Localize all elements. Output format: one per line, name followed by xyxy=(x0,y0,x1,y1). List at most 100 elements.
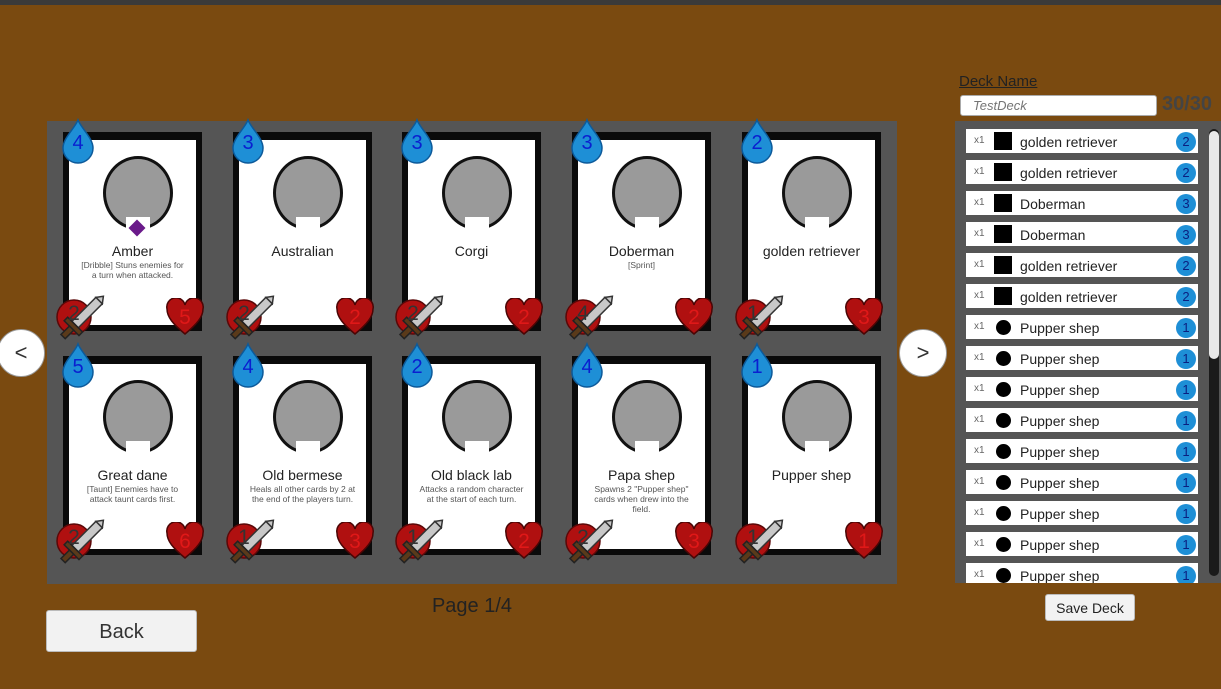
square-icon xyxy=(994,287,1012,305)
deck-list-item[interactable]: x1 Pupper shep 1 xyxy=(966,346,1198,370)
save-deck-button[interactable]: Save Deck xyxy=(1045,594,1135,621)
portrait-notch xyxy=(296,217,320,232)
deck-item-cost: 2 xyxy=(1176,132,1196,152)
card-health: 5 xyxy=(179,306,191,329)
card-description: [Sprint] xyxy=(628,260,655,270)
card-cost: 3 xyxy=(242,132,254,154)
sword-icon: 1 xyxy=(732,518,784,570)
mana-drop-icon: 1 xyxy=(738,341,776,388)
sword-icon: 1 xyxy=(223,518,275,570)
deck-name-input[interactable] xyxy=(960,95,1157,116)
deck-item-cost: 1 xyxy=(1176,380,1196,400)
deck-item-cost: 2 xyxy=(1176,256,1196,276)
card-cost: 5 xyxy=(72,356,84,378)
card-health: 3 xyxy=(858,306,870,329)
portrait-notch xyxy=(465,441,489,456)
deck-list-item[interactable]: x1 Pupper shep 1 xyxy=(966,532,1198,556)
sword-icon: 2 xyxy=(53,518,105,570)
deck-item-name: Pupper shep xyxy=(1020,413,1100,429)
card-attack: 1 xyxy=(238,526,250,549)
deck-item-cost: 2 xyxy=(1176,287,1196,307)
deck-item-cost: 1 xyxy=(1176,504,1196,524)
card-name: Great dane xyxy=(97,467,168,483)
deck-list-item[interactable]: x1 Pupper shep 1 xyxy=(966,315,1198,339)
next-page-button[interactable]: > xyxy=(899,329,947,377)
card-name: golden retriever xyxy=(762,243,861,259)
deck-list-panel: x1 golden retriever 2 x1 golden retriever 2 x1… xyxy=(955,121,1221,583)
mana-drop-icon: 4 xyxy=(568,341,606,388)
deck-item-cost: 1 xyxy=(1176,442,1196,462)
deck-item-name: Pupper shep xyxy=(1020,506,1100,522)
card-description: Attacks a random character at the start … xyxy=(419,484,524,504)
card-name: Old black lab xyxy=(431,467,512,483)
circle-icon xyxy=(996,506,1011,521)
collection-card[interactable]: Old bermese Heals all other cards by 2 at… xyxy=(226,341,374,564)
deck-item-name: Pupper shep xyxy=(1020,320,1100,336)
deck-list-item[interactable]: x1 Doberman 3 xyxy=(966,191,1198,215)
card-description: Spawns 2 "Pupper shep" cards when drew i… xyxy=(594,484,689,514)
circle-icon xyxy=(996,444,1011,459)
deck-item-name: golden retriever xyxy=(1020,134,1118,150)
heart-icon: 3 xyxy=(335,521,375,560)
deck-item-cost: 3 xyxy=(1176,194,1196,214)
card-attack: 2 xyxy=(577,526,589,549)
card-attack: 1 xyxy=(747,526,759,549)
deck-item-name: Pupper shep xyxy=(1020,444,1100,460)
collection-card[interactable]: golden retriever 2 1 3 xyxy=(735,117,883,340)
collection-card[interactable]: Amber [Dribble] Stuns enemies for a turn … xyxy=(56,117,204,340)
deck-item-quantity: x1 xyxy=(974,290,985,301)
collection-card[interactable]: Papa shep Spawns 2 "Pupper shep" cards wh… xyxy=(565,341,713,564)
deck-item-cost: 1 xyxy=(1176,349,1196,369)
collection-card[interactable]: Doberman [Sprint] 3 4 2 xyxy=(565,117,713,340)
deck-scrollbar-thumb[interactable] xyxy=(1209,131,1219,359)
mana-drop-icon: 2 xyxy=(398,341,436,388)
prev-page-button[interactable]: < xyxy=(0,329,45,377)
deck-item-quantity: x1 xyxy=(974,569,985,580)
portrait-notch xyxy=(635,441,659,456)
deck-list-item[interactable]: x1 golden retriever 2 xyxy=(966,284,1198,308)
square-icon xyxy=(994,225,1012,243)
portrait-notch xyxy=(296,441,320,456)
deck-item-quantity: x1 xyxy=(974,538,985,549)
portrait-notch xyxy=(465,217,489,232)
deck-list-item[interactable]: x1 golden retriever 2 xyxy=(966,129,1198,153)
circle-icon xyxy=(996,351,1011,366)
deck-item-cost: 1 xyxy=(1176,535,1196,555)
deck-item-name: Doberman xyxy=(1020,227,1086,243)
back-button[interactable]: Back xyxy=(46,610,197,652)
card-attack: 2 xyxy=(238,302,250,325)
deck-item-quantity: x1 xyxy=(974,383,985,394)
deck-scrollbar[interactable] xyxy=(1209,129,1219,576)
deck-list-item[interactable]: x1 Pupper shep 1 xyxy=(966,501,1198,525)
page-indicator: Page 1/4 xyxy=(431,595,513,617)
deck-list-item[interactable]: x1 Pupper shep 1 xyxy=(966,377,1198,401)
collection-card[interactable]: Corgi 3 2 2 xyxy=(395,117,543,340)
deck-list-item[interactable]: x1 golden retriever 2 xyxy=(966,253,1198,277)
deck-list-item[interactable]: x1 Pupper shep 1 xyxy=(966,439,1198,463)
card-health: 3 xyxy=(349,530,361,553)
card-cost: 3 xyxy=(411,132,423,154)
card-description: [Dribble] Stuns enemies for a turn when … xyxy=(81,260,184,280)
deck-item-name: Pupper shep xyxy=(1020,568,1100,583)
deck-item-cost: 1 xyxy=(1176,473,1196,493)
collection-card[interactable]: Old black lab Attacks a random character … xyxy=(395,341,543,564)
card-attack: 2 xyxy=(407,302,419,325)
collection-card[interactable]: Pupper shep 1 1 1 xyxy=(735,341,883,564)
card-cost: 2 xyxy=(751,132,763,154)
card-health: 3 xyxy=(688,530,700,553)
deck-item-quantity: x1 xyxy=(974,476,985,487)
square-icon xyxy=(994,163,1012,181)
deck-item-quantity: x1 xyxy=(974,135,985,146)
top-bar xyxy=(0,0,1221,5)
card-health: 2 xyxy=(518,530,530,553)
collection-card[interactable]: Australian 3 2 2 xyxy=(226,117,374,340)
deck-list-item[interactable]: x1 Pupper shep 1 xyxy=(966,470,1198,494)
collection-card[interactable]: Great dane [Taunt] Enemies have to attack… xyxy=(56,341,204,564)
deck-list-item[interactable]: x1 Pupper shep 1 xyxy=(966,408,1198,432)
circle-icon xyxy=(996,537,1011,552)
deck-list-item[interactable]: x1 Pupper shep 1 xyxy=(966,563,1198,583)
deck-list-item[interactable]: x1 golden retriever 2 xyxy=(966,160,1198,184)
mana-drop-icon: 4 xyxy=(59,117,97,164)
deck-list-item[interactable]: x1 Doberman 3 xyxy=(966,222,1198,246)
heart-icon: 2 xyxy=(335,297,375,336)
